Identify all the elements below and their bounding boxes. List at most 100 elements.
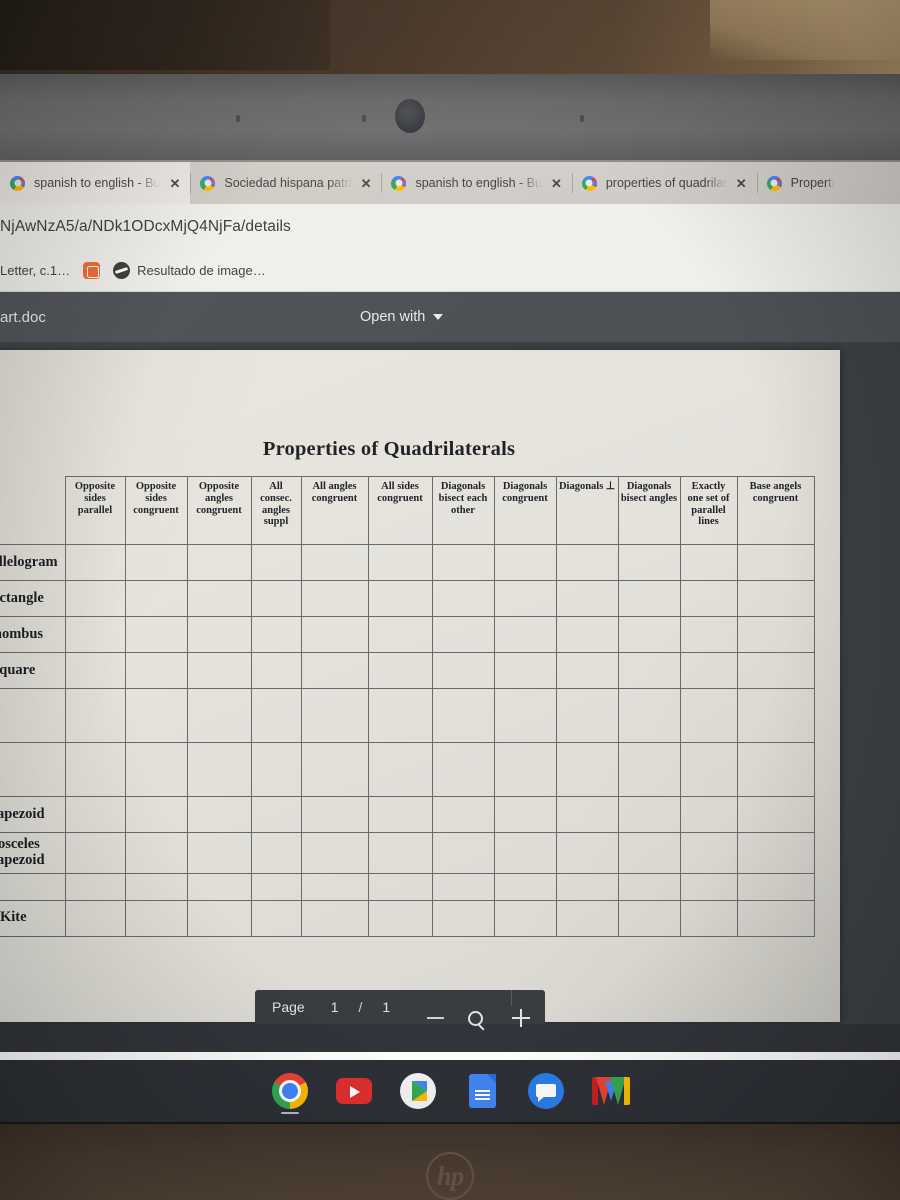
- cell[interactable]: [64, 652, 126, 689]
- cell[interactable]: [124, 652, 188, 689]
- cell[interactable]: [617, 899, 681, 937]
- cell[interactable]: [300, 899, 369, 937]
- tab-close-icon[interactable]: ✕: [361, 177, 372, 190]
- cell[interactable]: [555, 899, 619, 937]
- cell[interactable]: [64, 742, 126, 797]
- cell[interactable]: [679, 742, 738, 797]
- cell[interactable]: [250, 616, 302, 653]
- cell[interactable]: [555, 580, 619, 617]
- cell[interactable]: [64, 688, 126, 743]
- cell[interactable]: [250, 652, 302, 689]
- cell[interactable]: [367, 899, 433, 937]
- cell[interactable]: [64, 544, 126, 581]
- cell[interactable]: [493, 742, 557, 797]
- cell[interactable]: [367, 616, 433, 653]
- tab-close-icon[interactable]: ✕: [551, 177, 562, 190]
- cell[interactable]: [679, 688, 738, 743]
- cell[interactable]: [555, 616, 619, 653]
- cell[interactable]: [124, 742, 188, 797]
- bookmark-letter[interactable]: Letter, c.1…: [0, 263, 70, 278]
- cell[interactable]: [367, 652, 433, 689]
- cell[interactable]: [555, 652, 619, 689]
- cell[interactable]: [367, 832, 433, 874]
- cell[interactable]: [431, 872, 495, 901]
- cell[interactable]: [124, 544, 188, 581]
- cell[interactable]: [617, 796, 681, 833]
- cell[interactable]: [679, 544, 738, 581]
- cell[interactable]: [736, 616, 815, 653]
- cell[interactable]: [555, 796, 619, 833]
- gmail-icon[interactable]: [592, 1073, 630, 1109]
- magnifier-icon[interactable]: [468, 1011, 483, 1026]
- cell[interactable]: [555, 872, 619, 901]
- bookmark-resultado[interactable]: Resultado de image…: [113, 262, 266, 279]
- cell[interactable]: [493, 796, 557, 833]
- cell[interactable]: [679, 580, 738, 617]
- cell[interactable]: [186, 688, 252, 743]
- cell[interactable]: [300, 832, 369, 874]
- browser-tab-2[interactable]: Sociedad hispana patri ✕: [190, 162, 381, 204]
- cell[interactable]: [493, 899, 557, 937]
- cell[interactable]: [736, 832, 815, 874]
- cell[interactable]: [186, 872, 252, 901]
- tab-close-icon[interactable]: ✕: [736, 177, 747, 190]
- cell[interactable]: [300, 796, 369, 833]
- cell[interactable]: [300, 652, 369, 689]
- cell[interactable]: [431, 742, 495, 797]
- cell[interactable]: [736, 580, 815, 617]
- play-store-icon[interactable]: [400, 1073, 436, 1109]
- cell[interactable]: [431, 832, 495, 874]
- page-current-input[interactable]: 1: [331, 999, 339, 1015]
- cell[interactable]: [64, 832, 126, 874]
- cell[interactable]: [186, 544, 252, 581]
- cell[interactable]: [124, 899, 188, 937]
- cell[interactable]: [250, 899, 302, 937]
- cell[interactable]: [679, 832, 738, 874]
- browser-tab-4[interactable]: properties of quadrilat ✕: [571, 162, 757, 204]
- cell[interactable]: [555, 742, 619, 797]
- cell[interactable]: [300, 616, 369, 653]
- cell[interactable]: [250, 580, 302, 617]
- cell[interactable]: [300, 742, 369, 797]
- cell[interactable]: [617, 580, 681, 617]
- cell[interactable]: [736, 796, 815, 833]
- cell[interactable]: [431, 652, 495, 689]
- cell[interactable]: [736, 899, 815, 937]
- cell[interactable]: [64, 616, 126, 653]
- bookmark-blogger[interactable]: [83, 262, 101, 279]
- cell[interactable]: [493, 832, 557, 874]
- cell[interactable]: [617, 872, 681, 901]
- cell[interactable]: [736, 652, 815, 689]
- cell[interactable]: [493, 616, 557, 653]
- cell[interactable]: [679, 872, 738, 901]
- cell[interactable]: [431, 616, 495, 653]
- cell[interactable]: [186, 832, 252, 874]
- cell[interactable]: [431, 688, 495, 743]
- browser-tab-1[interactable]: spanish to english - Bu ✕: [0, 162, 191, 204]
- cell[interactable]: [186, 742, 252, 797]
- cell[interactable]: [186, 616, 252, 653]
- cell[interactable]: [186, 796, 252, 833]
- cell[interactable]: [679, 616, 738, 653]
- cell[interactable]: [250, 742, 302, 797]
- cell[interactable]: [367, 580, 433, 617]
- open-with-button[interactable]: Open with: [360, 309, 444, 325]
- cell[interactable]: [736, 544, 815, 581]
- google-chat-icon[interactable]: [528, 1073, 564, 1109]
- cell[interactable]: [250, 544, 302, 581]
- cell[interactable]: [367, 688, 433, 743]
- google-docs-icon[interactable]: [464, 1073, 500, 1109]
- cell[interactable]: [493, 688, 557, 743]
- cell[interactable]: [736, 742, 815, 797]
- tab-close-icon[interactable]: ✕: [169, 177, 180, 190]
- cell[interactable]: [431, 580, 495, 617]
- cell[interactable]: [555, 832, 619, 874]
- cell[interactable]: [431, 796, 495, 833]
- cell[interactable]: [186, 580, 252, 617]
- cell[interactable]: [493, 580, 557, 617]
- youtube-icon[interactable]: [336, 1073, 372, 1109]
- cell[interactable]: [124, 796, 188, 833]
- cell[interactable]: [679, 899, 738, 937]
- minus-icon[interactable]: [427, 1017, 444, 1019]
- cell[interactable]: [124, 832, 188, 874]
